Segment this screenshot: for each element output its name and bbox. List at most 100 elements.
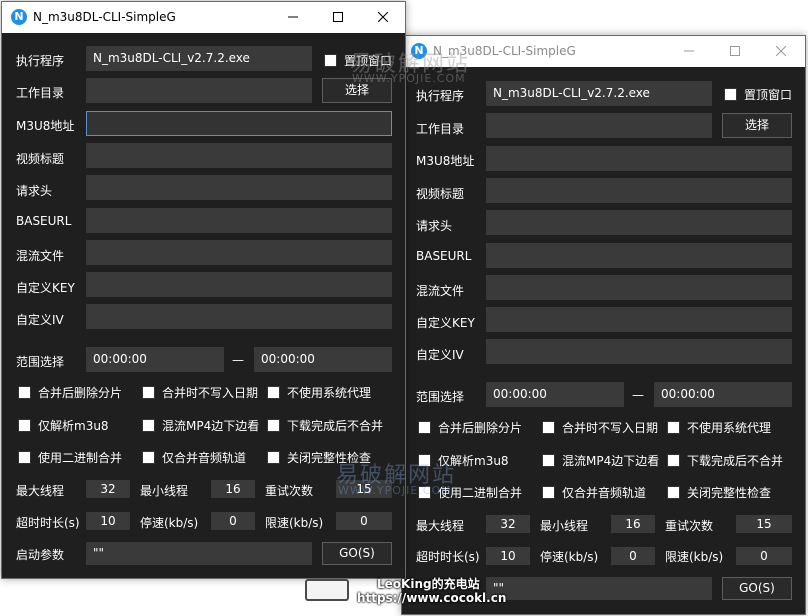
minimize-button[interactable] xyxy=(270,2,316,33)
max-thread-field[interactable]: 32 xyxy=(486,515,530,533)
checkbox-label: 不使用系统代理 xyxy=(687,421,772,435)
checkbox-live-mux[interactable]: 混流MP4边下边看 xyxy=(542,452,659,469)
min-thread-field[interactable]: 16 xyxy=(211,480,255,498)
video-title-field[interactable] xyxy=(86,143,392,168)
checkbox-box[interactable] xyxy=(142,386,155,399)
exe-field[interactable]: N_m3u8DL-CLI_v2.7.2.exe xyxy=(486,81,712,106)
checkbox-box[interactable] xyxy=(142,451,155,464)
m3u8-field[interactable] xyxy=(86,111,392,136)
m3u8-field[interactable] xyxy=(486,146,792,171)
key-field[interactable] xyxy=(86,272,392,297)
checkbox-no-merge[interactable]: 下载完成后不合并 xyxy=(667,452,783,469)
checkbox-live-mux[interactable]: 混流MP4边下边看 xyxy=(142,417,259,434)
close-button[interactable] xyxy=(360,2,406,33)
workdir-field[interactable] xyxy=(86,78,312,103)
min-thread-field[interactable]: 16 xyxy=(611,515,655,533)
range-end-field[interactable]: 00:00:00 xyxy=(254,347,392,372)
checkbox-binary-merge[interactable]: 使用二进制合并 xyxy=(18,449,122,466)
go-button[interactable]: GO(S) xyxy=(322,542,392,565)
maximize-button[interactable] xyxy=(315,2,361,33)
limit-speed-label: 限速(kb/s) xyxy=(265,516,324,530)
checkbox-label: 合并后删除分片 xyxy=(38,386,123,400)
checkbox-delete-segments[interactable]: 合并后删除分片 xyxy=(418,419,522,436)
minimize-button[interactable] xyxy=(666,36,712,67)
range-start-field[interactable]: 00:00:00 xyxy=(486,382,624,407)
stop-speed-field[interactable]: 0 xyxy=(211,512,255,530)
baseurl-field[interactable] xyxy=(86,208,392,233)
mux-field[interactable] xyxy=(486,275,792,300)
checkbox-audio-only[interactable]: 仅合并音频轨道 xyxy=(542,484,646,501)
stop-speed-label: 停速(kb/s) xyxy=(540,550,599,564)
topmost-checkbox[interactable]: 置顶窗口 xyxy=(324,52,392,69)
checkbox-box[interactable] xyxy=(667,486,680,499)
choose-button[interactable]: 选择 xyxy=(722,113,792,138)
checkbox-box[interactable] xyxy=(667,454,680,467)
baseurl-field[interactable] xyxy=(486,243,792,268)
headers-field[interactable] xyxy=(86,175,392,200)
workdir-label: 工作目录 xyxy=(16,86,65,100)
checkbox-box[interactable] xyxy=(418,454,431,467)
start-args-field[interactable]: "" xyxy=(86,542,312,565)
checkbox-audio-only[interactable]: 仅合并音频轨道 xyxy=(142,449,246,466)
checkbox-no-merge[interactable]: 下载完成后不合并 xyxy=(267,417,383,434)
timeout-field[interactable]: 10 xyxy=(86,512,130,530)
checkbox-no-integrity[interactable]: 关闭完整性检查 xyxy=(667,484,771,501)
iv-label: 自定义IV xyxy=(16,313,64,327)
checkbox-box[interactable] xyxy=(324,54,337,67)
checkbox-binary-merge[interactable]: 使用二进制合并 xyxy=(418,484,522,501)
title-bar[interactable]: N N_m3u8DL-CLI-SimpleG xyxy=(402,36,805,67)
iv-field[interactable] xyxy=(86,304,392,329)
checkbox-box[interactable] xyxy=(667,421,680,434)
minimize-icon xyxy=(288,16,298,18)
range-separator: — xyxy=(232,353,244,367)
checkbox-parse-only[interactable]: 仅解析m3u8 xyxy=(418,452,509,469)
choose-button[interactable]: 选择 xyxy=(322,78,392,103)
retry-field[interactable]: 15 xyxy=(736,515,792,533)
checkbox-box[interactable] xyxy=(418,421,431,434)
checkbox-box[interactable] xyxy=(542,486,555,499)
checkbox-box[interactable] xyxy=(418,486,431,499)
checkbox-box[interactable] xyxy=(18,386,31,399)
workdir-field[interactable] xyxy=(486,113,712,138)
go-button[interactable]: GO(S) xyxy=(722,577,792,600)
checkbox-box[interactable] xyxy=(724,88,737,101)
close-icon xyxy=(775,45,787,57)
limit-speed-field[interactable]: 0 xyxy=(736,547,792,565)
maximize-button[interactable] xyxy=(712,36,758,67)
checkbox-box[interactable] xyxy=(267,419,280,432)
retry-field[interactable]: 15 xyxy=(336,480,392,498)
checkbox-box[interactable] xyxy=(267,386,280,399)
key-field[interactable] xyxy=(486,307,792,332)
timeout-field[interactable]: 10 xyxy=(486,547,530,565)
limit-speed-field[interactable]: 0 xyxy=(336,512,392,530)
site-badge: LeoKing的充电站 https://www.cocokl.cn xyxy=(305,573,515,613)
checkbox-box[interactable] xyxy=(267,451,280,464)
exe-field[interactable]: N_m3u8DL-CLI_v2.7.2.exe xyxy=(86,46,312,71)
checkbox-delete-segments[interactable]: 合并后删除分片 xyxy=(18,384,122,401)
iv-field[interactable] xyxy=(486,339,792,364)
stop-speed-field[interactable]: 0 xyxy=(611,547,655,565)
checkbox-no-proxy[interactable]: 不使用系统代理 xyxy=(267,384,371,401)
topmost-checkbox[interactable]: 置顶窗口 xyxy=(724,86,792,103)
max-thread-field[interactable]: 32 xyxy=(86,480,130,498)
start-args-field[interactable]: "" xyxy=(486,577,712,600)
checkbox-parse-only[interactable]: 仅解析m3u8 xyxy=(18,417,109,434)
checkbox-box[interactable] xyxy=(142,419,155,432)
checkbox-no-date[interactable]: 合并时不写入日期 xyxy=(542,419,658,436)
checkbox-box[interactable] xyxy=(18,451,31,464)
range-end-field[interactable]: 00:00:00 xyxy=(654,382,792,407)
mux-field[interactable] xyxy=(86,240,392,265)
title-bar[interactable]: N N_m3u8DL-CLI-SimpleG xyxy=(2,2,405,33)
checkbox-no-proxy[interactable]: 不使用系统代理 xyxy=(667,419,771,436)
exe-label: 执行程序 xyxy=(16,54,65,68)
checkbox-box[interactable] xyxy=(18,419,31,432)
checkbox-box[interactable] xyxy=(542,454,555,467)
checkbox-box[interactable] xyxy=(542,421,555,434)
close-button[interactable] xyxy=(758,36,804,67)
range-start-field[interactable]: 00:00:00 xyxy=(86,347,224,372)
checkbox-no-date[interactable]: 合并时不写入日期 xyxy=(142,384,258,401)
video-title-field[interactable] xyxy=(486,178,792,203)
headers-field[interactable] xyxy=(486,210,792,235)
retry-label: 重试次数 xyxy=(665,519,714,533)
checkbox-no-integrity[interactable]: 关闭完整性检查 xyxy=(267,449,371,466)
